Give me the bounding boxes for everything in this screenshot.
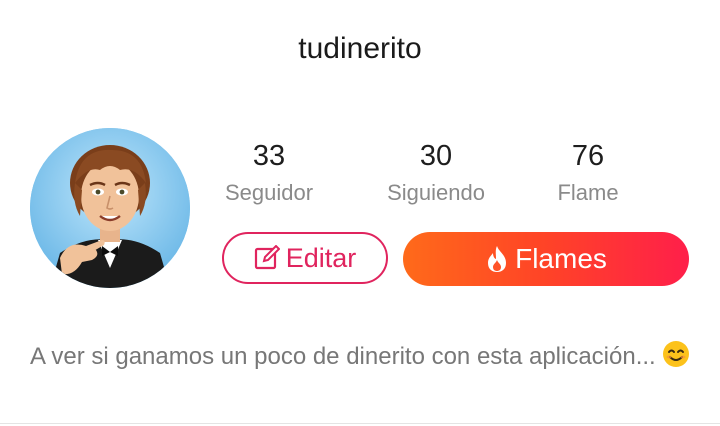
stat-followers[interactable]: 33 Seguidor <box>194 138 344 208</box>
followers-label: Seguidor <box>224 180 314 205</box>
flames-button-label: Flames <box>515 243 607 274</box>
profile-username: tudinerito <box>298 32 422 65</box>
following-label: Siguiendo <box>387 180 485 205</box>
stat-following[interactable]: 30 Siguiendo <box>361 138 511 208</box>
flame-icon <box>485 245 509 273</box>
edit-button-label: Editar <box>285 242 357 273</box>
stat-flame[interactable]: 76 Flame <box>513 138 663 208</box>
bitmoji-avatar-icon <box>30 128 190 288</box>
profile-screen: tudinerito 33 Seguidor 30 Siguiendo 76 F… <box>0 0 720 426</box>
avatar[interactable] <box>30 128 190 288</box>
edit-icon <box>254 245 280 271</box>
divider <box>0 423 720 424</box>
flame-label: Flame <box>557 180 619 205</box>
flame-count: 76 <box>571 140 605 172</box>
bio-text: A ver si ganamos un poco de dinerito con… <box>30 343 656 370</box>
followers-count: 33 <box>252 140 286 172</box>
edit-profile-button[interactable]: Editar <box>222 232 388 284</box>
profile-bio: A ver si ganamos un poco de dinerito con… <box>30 340 690 378</box>
flames-button[interactable]: Flames <box>403 232 689 286</box>
smiling-face-emoji-icon <box>662 340 690 378</box>
following-count: 30 <box>419 140 453 172</box>
